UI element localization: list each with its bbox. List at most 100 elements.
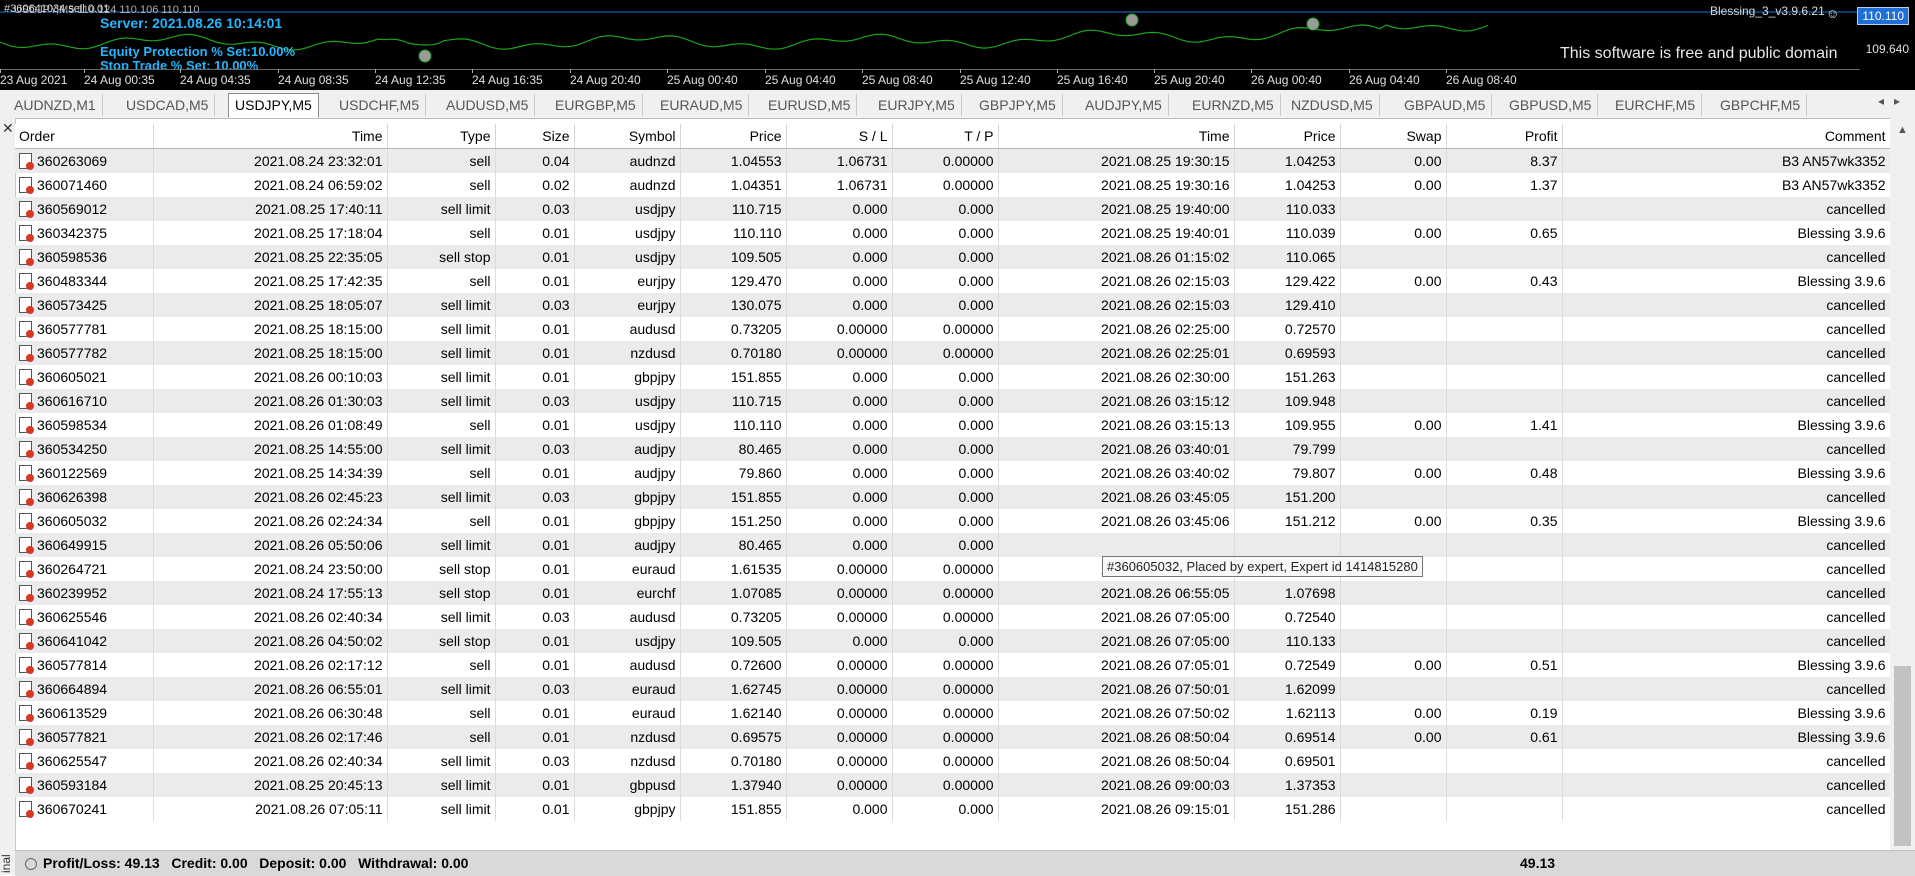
tab-eurnzd-m5[interactable]: EURNZD,M5: [1186, 94, 1281, 116]
tab-nzdusd-m5[interactable]: NZDUSD,M5: [1285, 94, 1380, 116]
table-row[interactable]: 360071460 2021.08.24 06:59:02 sell 0.02 audn…: [15, 173, 1891, 197]
table-row[interactable]: 360239952 2021.08.24 17:55:13 sell stop 0.0…: [15, 581, 1891, 605]
column-header[interactable]: Order: [15, 124, 154, 149]
order-number: 360573425: [37, 297, 108, 313]
tab-eurgbp-m5[interactable]: EURGBP,M5: [549, 94, 643, 116]
price-chart[interactable]: #360641034 sell 0.01 USDJPY,M5 110.124 1…: [0, 0, 1915, 90]
table-row[interactable]: 360263069 2021.08.24 23:32:01 sell 0.04 audn…: [15, 148, 1891, 173]
order-cell-content: 360641042: [19, 633, 149, 650]
order-cell-content: 360626398: [19, 489, 149, 506]
column-header[interactable]: Comment: [1562, 124, 1891, 149]
cell-type: sell: [387, 221, 496, 245]
table-row[interactable]: 360573425 2021.08.25 18:05:07 sell limit 0.…: [15, 293, 1891, 317]
cell-price: 110.133: [1234, 629, 1341, 653]
tab-eurjpy-m5[interactable]: EURJPY,M5: [872, 94, 962, 116]
column-header[interactable]: Price: [1234, 124, 1341, 149]
cell-t-p: 0.000: [892, 389, 999, 413]
tab-audusd-m5[interactable]: AUDUSD,M5: [440, 94, 536, 116]
order-number: 360598536: [37, 249, 108, 265]
tab-usdchf-m5[interactable]: USDCHF,M5: [333, 94, 427, 116]
tab-scroll-left-icon[interactable]: ◂: [1878, 94, 1884, 108]
cell-size: 0.03: [495, 389, 575, 413]
tab-scroll-right-icon[interactable]: ▸: [1894, 94, 1900, 108]
trade-marker-icon[interactable]: [1306, 17, 1320, 31]
order-cell: 360626398: [15, 485, 154, 509]
tab-gbpusd-m5[interactable]: GBPUSD,M5: [1503, 94, 1599, 116]
cell-time: 2021.08.26 06:30:48: [153, 701, 388, 725]
table-row[interactable]: 360625547 2021.08.26 02:40:34 sell limit 0.…: [15, 749, 1891, 773]
table-row[interactable]: 360641042 2021.08.26 04:50:02 sell stop 0.0…: [15, 629, 1891, 653]
column-header[interactable]: Size: [495, 124, 575, 149]
column-header[interactable]: Symbol: [574, 124, 681, 149]
table-row[interactable]: 360483344 2021.08.25 17:42:35 sell 0.01 eurj…: [15, 269, 1891, 293]
column-header[interactable]: Type: [387, 124, 496, 149]
table-row[interactable]: 360616710 2021.08.26 01:30:03 sell limit 0.…: [15, 389, 1891, 413]
cell-time: 2021.08.26 01:30:03: [153, 389, 388, 413]
cell-swap: [1340, 341, 1447, 365]
close-icon[interactable]: ✕: [2, 120, 14, 137]
vertical-scrollbar[interactable]: ▲: [1890, 118, 1915, 850]
table-row[interactable]: 360569012 2021.08.25 17:40:11 sell limit 0.…: [15, 197, 1891, 221]
cell-profit: 8.37: [1446, 148, 1563, 173]
table-row[interactable]: 360626398 2021.08.26 02:45:23 sell limit 0.…: [15, 485, 1891, 509]
tab-euraud-m5[interactable]: EURAUD,M5: [654, 94, 750, 116]
table-row[interactable]: 360598536 2021.08.25 22:35:05 sell stop 0.0…: [15, 245, 1891, 269]
order-cell: 360625546: [15, 605, 154, 629]
tab-audjpy-m5[interactable]: AUDJPY,M5: [1079, 94, 1169, 116]
table-row[interactable]: 360534250 2021.08.25 14:55:00 sell limit 0.…: [15, 437, 1891, 461]
table-row[interactable]: 360625546 2021.08.26 02:40:34 sell limit 0.…: [15, 605, 1891, 629]
scrollbar-thumb[interactable]: [1894, 666, 1911, 846]
scroll-up-icon[interactable]: ▲: [1897, 124, 1908, 136]
table-row[interactable]: 360577821 2021.08.26 02:17:46 sell 0.01 nzdu…: [15, 725, 1891, 749]
column-header[interactable]: S / L: [786, 124, 893, 149]
tab-usdcad-m5[interactable]: USDCAD,M5: [120, 94, 216, 116]
cell-type: sell limit: [387, 293, 496, 317]
column-header[interactable]: Profit: [1446, 124, 1563, 149]
tab-eurusd-m5[interactable]: EURUSD,M5: [762, 94, 858, 116]
table-row[interactable]: 360264721 2021.08.24 23:50:00 sell stop 0.0…: [15, 557, 1891, 581]
table-row[interactable]: 360122569 2021.08.25 14:34:39 sell 0.01 audj…: [15, 461, 1891, 485]
table-row[interactable]: 360598534 2021.08.26 01:08:49 sell 0.01 usdj…: [15, 413, 1891, 437]
order-cell-content: 360577814: [19, 657, 149, 674]
trade-marker-icon[interactable]: [418, 49, 432, 63]
order-cell-content: 360598534: [19, 417, 149, 434]
order-cell: 360573425: [15, 293, 154, 317]
tab-eurchf-m5[interactable]: EURCHF,M5: [1609, 94, 1703, 116]
table-row[interactable]: 360670241 2021.08.26 07:05:11 sell limit 0.…: [15, 797, 1891, 821]
cell-size: 0.01: [495, 557, 575, 581]
column-header[interactable]: Swap: [1340, 124, 1447, 149]
table-row[interactable]: 360605032 2021.08.26 02:24:34 sell 0.01 gbpj…: [15, 509, 1891, 533]
trade-marker-icon[interactable]: [1125, 13, 1139, 27]
table-row[interactable]: 360613529 2021.08.26 06:30:48 sell 0.01 eura…: [15, 701, 1891, 725]
cell-s-l: 0.000: [786, 437, 893, 461]
cell-type: sell: [387, 725, 496, 749]
cell-price: 130.075: [680, 293, 787, 317]
column-header[interactable]: Price: [680, 124, 787, 149]
cell-time: 2021.08.26 07:05:11: [153, 797, 388, 821]
order-cell-content: 360569012: [19, 201, 149, 218]
order-cell-content: 360664894: [19, 681, 149, 698]
table-row[interactable]: 360593184 2021.08.25 20:45:13 sell limit 0.…: [15, 773, 1891, 797]
tab-gbpchf-m5[interactable]: GBPCHF,M5: [1714, 94, 1808, 116]
cell-time: 2021.08.26 02:30:00: [998, 365, 1235, 389]
cell-type: sell limit: [387, 485, 496, 509]
table-row[interactable]: 360577814 2021.08.26 02:17:12 sell 0.01 audu…: [15, 653, 1891, 677]
table-row[interactable]: 360577781 2021.08.25 18:15:00 sell limit 0.…: [15, 317, 1891, 341]
column-header[interactable]: Time: [153, 124, 388, 149]
cell-comment: Blessing 3.9.6: [1562, 413, 1891, 437]
order-cell-content: 360239952: [19, 585, 149, 602]
tab-usdjpy-m5[interactable]: USDJPY,M5: [228, 93, 319, 118]
table-row[interactable]: 360577782 2021.08.25 18:15:00 sell limit 0.…: [15, 341, 1891, 365]
order-number: 360577782: [37, 345, 108, 361]
tab-audnzd-m1[interactable]: AUDNZD,M1: [8, 94, 103, 116]
table-row[interactable]: 360649915 2021.08.26 05:50:06 sell limit 0.…: [15, 533, 1891, 557]
tab-gbpaud-m5[interactable]: GBPAUD,M5: [1398, 94, 1493, 116]
tab-gbpjpy-m5[interactable]: GBPJPY,M5: [973, 94, 1063, 116]
cell-t-p: 0.000: [892, 197, 999, 221]
table-row[interactable]: 360342375 2021.08.25 17:18:04 sell 0.01 usdj…: [15, 221, 1891, 245]
table-row[interactable]: 360605021 2021.08.26 00:10:03 sell limit 0.…: [15, 365, 1891, 389]
cell-price: 109.948: [1234, 389, 1341, 413]
table-row[interactable]: 360664894 2021.08.26 06:55:01 sell limit 0.…: [15, 677, 1891, 701]
column-header[interactable]: T / P: [892, 124, 999, 149]
column-header[interactable]: Time: [998, 124, 1235, 149]
